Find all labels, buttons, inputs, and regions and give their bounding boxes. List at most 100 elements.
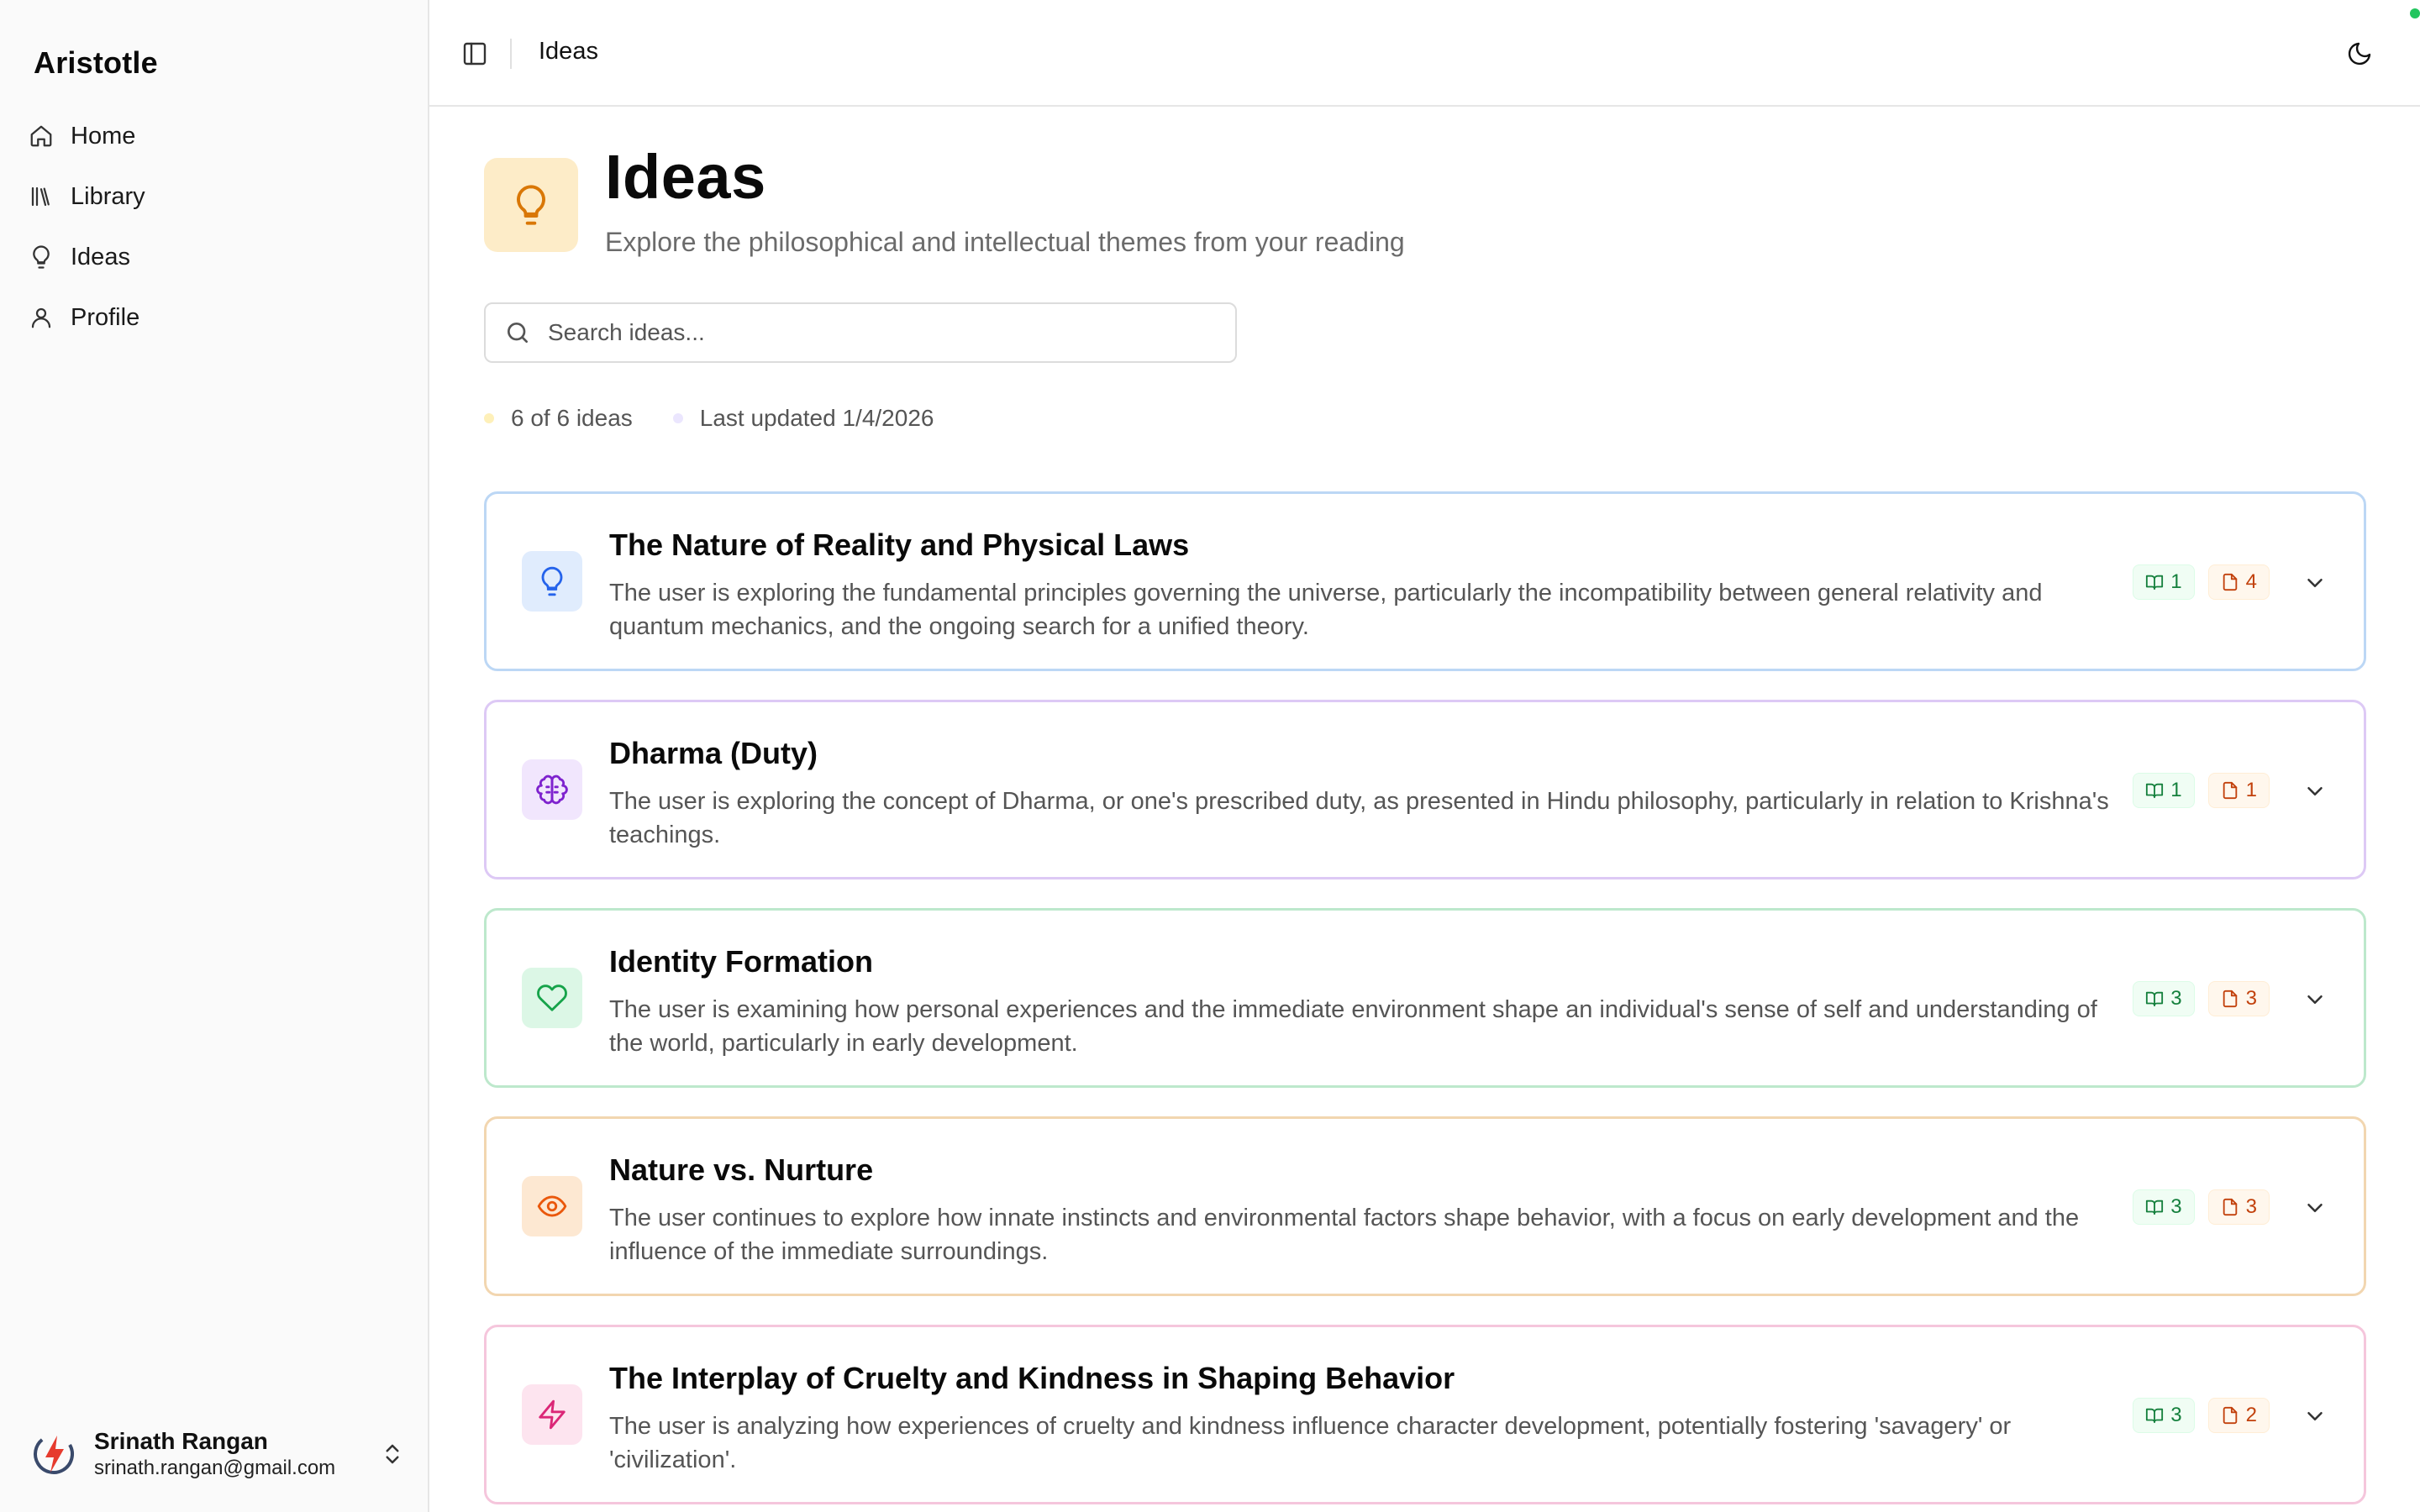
ideas-meta: 6 of 6 ideas Last updated 1/4/2026 — [484, 405, 974, 432]
user-info: Srinath Rangan srinath.rangan@gmail.com — [94, 1427, 380, 1481]
sidebar-item-library[interactable]: Library — [20, 170, 407, 223]
notes-count: 3 — [2245, 1195, 2257, 1218]
topbar-divider — [510, 39, 512, 69]
user-menu[interactable]: Srinath Rangan srinath.rangan@gmail.com — [27, 1416, 405, 1492]
notes-count-badge: 2 — [2207, 1398, 2270, 1433]
idea-card[interactable]: Nature vs. Nurture The user continues to… — [484, 1116, 2366, 1296]
idea-title: Dharma (Duty) — [609, 736, 818, 770]
books-count: 3 — [2170, 987, 2182, 1010]
notes-count-badge: 3 — [2207, 981, 2270, 1016]
avatar — [27, 1427, 81, 1481]
idea-title: The Interplay of Cruelty and Kindness in… — [609, 1361, 1455, 1395]
chevron-down-icon — [2307, 995, 2323, 1004]
count-dot — [484, 413, 494, 423]
idea-icon-box — [522, 1384, 582, 1445]
user-email: srinath.rangan@gmail.com — [94, 1457, 336, 1479]
file-icon — [2223, 990, 2237, 1008]
theme-toggle-button[interactable] — [2339, 34, 2380, 74]
sidebar: Aristotle Home Library Ideas Profile Sri… — [0, 0, 429, 1512]
idea-description: The user continues to explore how innate… — [609, 1205, 2080, 1265]
page-header-icon — [484, 158, 578, 252]
topbar: Ideas — [429, 0, 2420, 107]
sidebar-toggle-button[interactable] — [455, 34, 495, 74]
idea-card[interactable]: Identity Formation The user is examining… — [484, 908, 2366, 1088]
book-open-icon — [2146, 991, 2164, 1007]
expand-button[interactable] — [2300, 1401, 2330, 1431]
book-open-icon — [2146, 1200, 2164, 1215]
expand-button[interactable] — [2300, 984, 2330, 1015]
notes-count: 4 — [2245, 570, 2257, 593]
expand-button[interactable] — [2300, 776, 2330, 806]
library-icon — [31, 186, 50, 207]
search-input[interactable] — [548, 319, 1203, 346]
sidebar-nav: Home Library Ideas Profile — [20, 109, 407, 351]
ideas-list: The Nature of Reality and Physical Laws … — [484, 491, 2366, 1512]
chevron-down-icon — [2307, 1204, 2323, 1212]
main-content: Ideas Ideas Explore the philosophical an… — [429, 0, 2420, 1512]
idea-card[interactable]: The Nature of Reality and Physical Laws … — [484, 491, 2366, 671]
idea-badges: 3 3 — [2119, 1189, 2270, 1225]
books-count: 1 — [2170, 779, 2182, 801]
home-icon — [30, 125, 52, 147]
ideas-count: 6 of 6 ideas — [484, 405, 633, 432]
last-updated-text: Last updated 1/4/2026 — [699, 405, 934, 431]
page-title: Ideas — [605, 142, 766, 212]
books-count-badge: 3 — [2133, 1189, 2195, 1225]
last-updated: Last updated 1/4/2026 — [672, 405, 934, 432]
expand-button[interactable] — [2300, 1193, 2330, 1223]
idea-icon-box — [522, 551, 582, 612]
idea-badges: 1 4 — [2119, 564, 2270, 600]
books-count: 3 — [2170, 1195, 2182, 1218]
book-open-icon — [2146, 575, 2164, 591]
ideas-count-text: 6 of 6 ideas — [511, 405, 633, 431]
updated-dot — [672, 413, 683, 423]
lightbulb-icon — [517, 185, 545, 225]
book-open-icon — [2146, 783, 2164, 799]
idea-badges: 3 2 — [2119, 1398, 2270, 1433]
idea-card[interactable]: The Interplay of Cruelty and Kindness in… — [484, 1325, 2366, 1504]
lightbulb-icon — [541, 566, 563, 596]
eye-icon — [537, 1195, 567, 1217]
chevrons-up-down-icon — [386, 1444, 399, 1464]
idea-title: The Nature of Reality and Physical Laws — [609, 528, 1190, 562]
idea-title: Identity Formation — [609, 944, 873, 979]
breadcrumb: Ideas — [539, 38, 598, 65]
heart-icon — [537, 984, 567, 1011]
sidebar-item-profile[interactable]: Profile — [20, 291, 407, 344]
search-box — [484, 302, 1237, 363]
books-count: 3 — [2170, 1404, 2182, 1426]
sidebar-item-label: Home — [71, 122, 136, 150]
search-icon — [508, 323, 528, 343]
idea-description: The user is examining how personal exper… — [609, 996, 2097, 1057]
sidebar-item-home[interactable]: Home — [20, 109, 407, 163]
idea-icon-box — [522, 968, 582, 1028]
idea-icon-box — [522, 1176, 582, 1236]
books-count-badge: 1 — [2133, 564, 2195, 600]
books-count-badge: 3 — [2133, 981, 2195, 1016]
books-count-badge: 1 — [2133, 773, 2195, 808]
chevron-down-icon — [2307, 579, 2323, 587]
idea-icon-box — [522, 759, 582, 820]
sidebar-item-label: Profile — [71, 303, 140, 331]
brain-icon — [536, 774, 568, 805]
file-icon — [2223, 573, 2237, 591]
sidebar-item-ideas[interactable]: Ideas — [20, 230, 407, 284]
user-icon — [31, 307, 51, 328]
idea-badges: 3 3 — [2119, 981, 2270, 1016]
file-icon — [2223, 1198, 2237, 1216]
idea-description: The user is exploring the fundamental pr… — [609, 580, 2043, 640]
expand-button[interactable] — [2300, 568, 2330, 598]
idea-title: Nature vs. Nurture — [609, 1152, 874, 1187]
file-icon — [2223, 781, 2237, 800]
brand-title: Aristotle — [34, 45, 158, 80]
file-icon — [2223, 1406, 2237, 1425]
notes-count: 3 — [2245, 987, 2257, 1010]
books-count-badge: 3 — [2133, 1398, 2195, 1433]
idea-card[interactable]: Dharma (Duty) The user is exploring the … — [484, 700, 2366, 879]
idea-badges: 1 1 — [2119, 773, 2270, 808]
notes-count-badge: 4 — [2207, 564, 2270, 600]
page-subtitle: Explore the philosophical and intellectu… — [605, 227, 1405, 257]
notes-count-badge: 3 — [2207, 1189, 2270, 1225]
idea-description: The user is analyzing how experiences of… — [609, 1413, 2012, 1473]
user-name: Srinath Rangan — [94, 1428, 268, 1454]
